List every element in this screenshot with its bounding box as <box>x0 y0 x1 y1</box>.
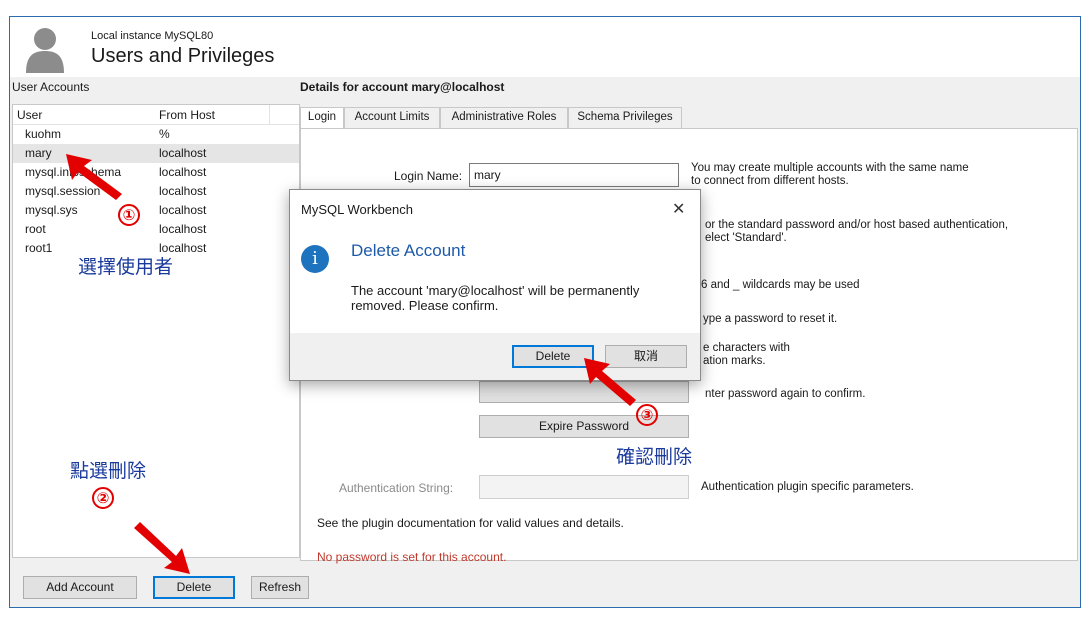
plugin-docs-note: See the plugin documentation for valid v… <box>317 516 624 530</box>
refresh-button[interactable]: Refresh <box>251 576 309 599</box>
table-row[interactable]: mysql.sys localhost <box>13 201 299 220</box>
column-header-host[interactable]: From Host <box>159 108 215 122</box>
dialog-content: MySQL Workbench ✕ i Delete Account The a… <box>290 190 700 333</box>
host-cell: localhost <box>159 165 207 179</box>
expire-password-button[interactable]: Expire Password <box>479 415 689 438</box>
close-icon[interactable]: ✕ <box>672 199 685 219</box>
tab-schema-privileges[interactable]: Schema Privileges <box>568 107 682 128</box>
password-reset-hint: ype a password to reset it. <box>703 313 838 325</box>
step3-number: ③ <box>636 404 658 426</box>
host-cell: localhost <box>159 222 207 236</box>
login-name-label: Login Name: <box>394 169 463 183</box>
add-account-button[interactable]: Add Account <box>23 576 137 599</box>
step3-arrow-icon <box>584 358 636 406</box>
password-chars-hint: e characters with ation marks. <box>703 342 790 367</box>
step2-arrow-icon <box>134 522 190 574</box>
step1-label: 選擇使用者 <box>78 256 174 278</box>
details-caption: Details for account mary@localhost <box>300 80 505 94</box>
column-header-user[interactable]: User <box>17 108 42 122</box>
table-header: User From Host <box>13 105 299 125</box>
login-name-input[interactable]: mary <box>469 163 679 187</box>
page-title: Users and Privileges <box>91 45 275 67</box>
auth-string-label: Authentication String: <box>339 481 454 495</box>
info-icon: i <box>301 245 329 273</box>
host-wildcard-hint: 6 and _ wildcards may be used <box>701 279 860 291</box>
host-cell: localhost <box>159 146 207 160</box>
step3-label: 確認刪除 <box>616 446 693 468</box>
dialog-window-title: MySQL Workbench <box>301 202 413 217</box>
page-header: Local instance MySQL80 Users and Privile… <box>10 17 1080 77</box>
delete-account-button[interactable]: Delete <box>153 576 235 599</box>
table-row[interactable]: mysql.infoschemalocalhost <box>13 163 299 182</box>
table-row[interactable]: root localhost <box>13 220 299 239</box>
no-password-warning: No password is set for this account. <box>317 550 507 564</box>
step2-number: ② <box>92 487 114 509</box>
table-row[interactable]: kuohm% <box>13 125 299 144</box>
login-name-hint: You may create multiple accounts with th… <box>691 162 969 187</box>
instance-label: Local instance MySQL80 <box>91 30 214 42</box>
step2-label: 點選刪除 <box>70 460 147 482</box>
user-cell: root1 <box>25 241 53 255</box>
user-cell: kuohm <box>25 127 62 141</box>
step1-arrow-icon <box>66 154 122 200</box>
host-cell: % <box>159 127 170 141</box>
user-cell: root <box>25 222 46 236</box>
auth-string-input[interactable] <box>479 475 689 499</box>
table-row-selected[interactable]: mary localhost <box>13 144 299 163</box>
confirm-password-hint: nter password again to confirm. <box>705 388 866 400</box>
user-cell: mary <box>25 146 52 160</box>
user-accounts-table: User From Host kuohm% mary localhost mysq… <box>12 104 300 558</box>
user-avatar-icon <box>26 28 64 73</box>
tab-administrative-roles[interactable]: Administrative Roles <box>440 107 568 128</box>
tab-login[interactable]: Login <box>300 107 344 129</box>
auth-type-hint: or the standard password and/or host bas… <box>705 219 1009 244</box>
auth-plugin-hint: Authentication plugin specific parameter… <box>701 481 914 493</box>
host-cell: localhost <box>159 203 207 217</box>
user-cell: mysql.sys <box>25 203 78 217</box>
delete-account-dialog: MySQL Workbench ✕ i Delete Account The a… <box>289 189 701 381</box>
user-accounts-caption: User Accounts <box>12 80 90 94</box>
step1-number: ① <box>118 204 140 226</box>
dialog-message: The account 'mary@localhost' will be per… <box>351 283 640 313</box>
table-row[interactable]: mysql.session localhost <box>13 182 299 201</box>
dialog-heading: Delete Account <box>351 241 466 260</box>
column-divider[interactable] <box>269 105 270 124</box>
tab-account-limits[interactable]: Account Limits <box>344 107 440 128</box>
host-cell: localhost <box>159 184 207 198</box>
